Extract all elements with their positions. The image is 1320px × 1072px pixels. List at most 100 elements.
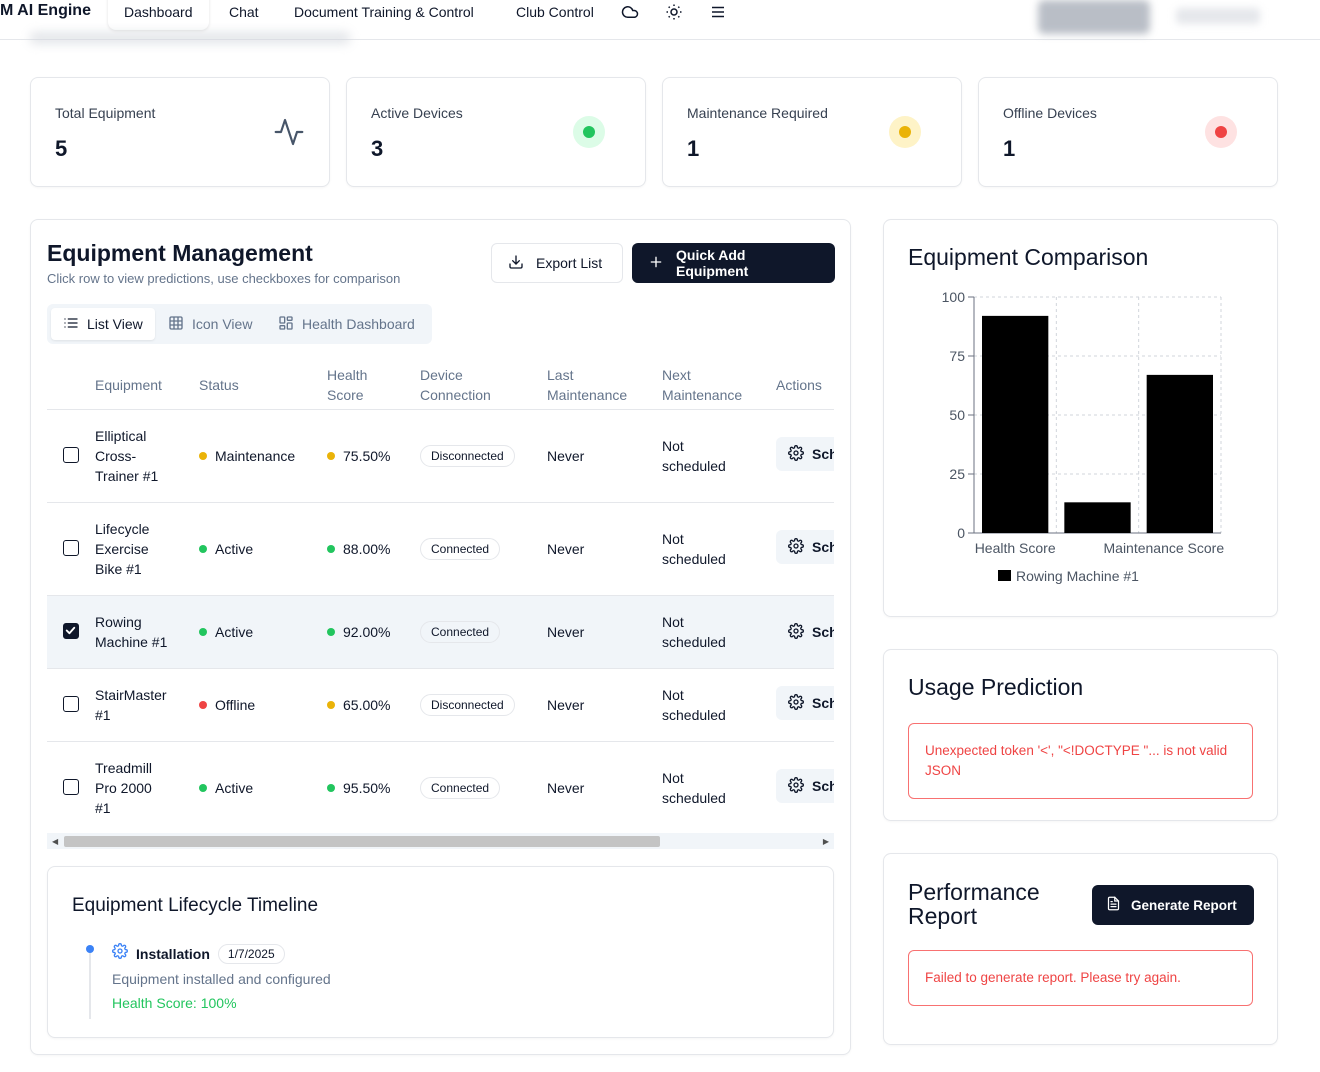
user-info bbox=[1176, 8, 1260, 24]
timeline-dot bbox=[86, 945, 94, 953]
table-row[interactable]: Elliptical Cross- Trainer #1 Maintenance… bbox=[47, 409, 834, 502]
panel-subtitle: Click row to view predictions, use check… bbox=[47, 271, 401, 286]
column-header-status[interactable]: Status bbox=[199, 375, 239, 395]
next-line: scheduled bbox=[662, 634, 726, 650]
lifecycle-timeline-panel: Equipment Lifecycle Timeline Installatio… bbox=[47, 866, 834, 1038]
name-line: StairMaster bbox=[95, 687, 167, 703]
last-maintenance: Never bbox=[547, 624, 585, 640]
nav-tab-club-control[interactable]: Club Control bbox=[500, 0, 610, 30]
last-maintenance: Never bbox=[547, 780, 585, 796]
column-header-next[interactable]: Next Maintenance bbox=[662, 365, 742, 405]
table-row[interactable]: Rowing Machine #1 Active 92.00% Connecte… bbox=[47, 595, 834, 668]
schedule-button[interactable]: Sch bbox=[776, 530, 834, 564]
x-tick-label: Maintenance Score bbox=[1104, 540, 1225, 556]
generate-report-button[interactable]: Generate Report bbox=[1092, 885, 1254, 925]
cloud-icon[interactable] bbox=[620, 2, 640, 22]
schedule-button[interactable]: Sch bbox=[776, 615, 834, 649]
status-text: Active bbox=[215, 624, 254, 640]
gear-icon bbox=[788, 537, 804, 557]
name-line: Rowing bbox=[95, 614, 142, 630]
stat-label: Total Equipment bbox=[55, 105, 156, 121]
next-maintenance: Not scheduled bbox=[662, 685, 726, 725]
nav-tab-chat[interactable]: Chat bbox=[213, 0, 275, 30]
next-maintenance: Not scheduled bbox=[662, 529, 726, 569]
next-maintenance: Not scheduled bbox=[662, 612, 726, 652]
menu-icon[interactable] bbox=[708, 2, 728, 22]
health-text: 65.00% bbox=[343, 697, 391, 713]
schedule-button[interactable]: Sch bbox=[776, 437, 834, 471]
column-header-equipment[interactable]: Equipment bbox=[95, 375, 162, 395]
next-line: scheduled bbox=[662, 551, 726, 567]
compare-checkbox[interactable] bbox=[63, 696, 79, 712]
tab-label: List View bbox=[87, 316, 143, 332]
next-line: Not bbox=[662, 770, 684, 786]
next-line: scheduled bbox=[662, 458, 726, 474]
quick-add-equipment-button[interactable]: Quick Add Equipment bbox=[632, 243, 835, 283]
equipment-name: Elliptical Cross- Trainer #1 bbox=[95, 426, 158, 486]
y-tick-label: 50 bbox=[949, 407, 965, 423]
table-row[interactable]: Lifecycle Exercise Bike #1 Active 88.00%… bbox=[47, 502, 834, 595]
schedule-button[interactable]: Sch bbox=[776, 769, 834, 803]
activity-icon bbox=[273, 116, 305, 148]
comparison-title: Equipment Comparison bbox=[908, 244, 1149, 270]
status-dot-icon bbox=[199, 784, 207, 793]
status-cell: Active bbox=[199, 778, 253, 798]
column-header-last[interactable]: Last Maintenance bbox=[547, 365, 627, 405]
table-row[interactable]: Treadmill Pro 2000 #1 Active 95.50% Conn… bbox=[47, 741, 834, 834]
brand-title: M AI Engine bbox=[0, 2, 91, 19]
quick-add-label: Quick Add Equipment bbox=[676, 247, 749, 279]
column-header-health[interactable]: Health Score bbox=[327, 365, 367, 405]
comparison-chart: 0 25 50 75 100 Health Score Maintenance Score R… bbox=[942, 289, 1225, 584]
grid-icon bbox=[168, 315, 184, 334]
stat-card-maintenance-required: Maintenance Required 1 bbox=[662, 77, 962, 187]
event-health: Health Score: 100% bbox=[112, 995, 237, 1011]
export-list-label: Export List bbox=[536, 255, 603, 271]
nav-tab-dashboard[interactable]: Dashboard bbox=[108, 0, 209, 30]
gear-icon bbox=[112, 943, 128, 964]
status-dot-icon bbox=[199, 452, 207, 461]
stat-card-active-devices: Active Devices 3 bbox=[346, 77, 646, 187]
generate-report-label: Generate Report bbox=[1131, 897, 1237, 913]
header-line: Last bbox=[547, 367, 574, 383]
user-menu[interactable] bbox=[1038, 0, 1150, 34]
bar bbox=[1146, 374, 1213, 533]
next-line: Not bbox=[662, 614, 684, 630]
next-line: scheduled bbox=[662, 707, 726, 723]
name-line: Treadmill bbox=[95, 760, 153, 776]
name-line: #1 bbox=[95, 707, 111, 723]
table-horizontal-scrollbar[interactable]: ◀ ▶ bbox=[47, 833, 834, 849]
export-list-button[interactable]: Export List bbox=[491, 243, 623, 283]
column-header-device[interactable]: Device Connection bbox=[420, 365, 491, 405]
usage-prediction-panel: Usage Prediction Unexpected token '<', "… bbox=[883, 649, 1278, 821]
compare-checkbox[interactable] bbox=[63, 779, 79, 795]
connection-badge: Connected bbox=[420, 621, 501, 643]
tab-health-dashboard[interactable]: Health Dashboard bbox=[266, 308, 427, 340]
scrollbar-thumb[interactable] bbox=[64, 836, 660, 847]
column-header-actions: Actions bbox=[776, 377, 822, 393]
schedule-button[interactable]: Sch bbox=[776, 686, 834, 720]
tab-list-view[interactable]: List View bbox=[51, 308, 155, 340]
health-cell: 95.50% bbox=[327, 778, 390, 798]
scroll-right-arrow-icon[interactable]: ▶ bbox=[823, 837, 829, 846]
compare-checkbox[interactable] bbox=[63, 447, 79, 463]
scroll-left-arrow-icon[interactable]: ◀ bbox=[52, 837, 58, 846]
compare-checkbox[interactable] bbox=[63, 540, 79, 556]
name-line: Pro 2000 bbox=[95, 780, 152, 796]
health-cell: 75.50% bbox=[327, 446, 390, 466]
status-cell: Maintenance bbox=[199, 446, 295, 466]
panel-title: Equipment Management bbox=[47, 240, 313, 266]
sun-icon[interactable] bbox=[664, 2, 684, 22]
legend-label: Rowing Machine #1 bbox=[1016, 568, 1139, 584]
tab-icon-view[interactable]: Icon View bbox=[156, 308, 264, 340]
table-row[interactable]: StairMaster #1 Offline 65.00% Disconnect… bbox=[47, 668, 834, 741]
header-line: Score bbox=[327, 387, 364, 403]
nav-tab-document-training[interactable]: Document Training & Control bbox=[278, 0, 490, 30]
y-tick-label: 100 bbox=[942, 289, 966, 305]
health-cell: 65.00% bbox=[327, 695, 390, 715]
header-line: Next bbox=[662, 367, 691, 383]
compare-checkbox[interactable] bbox=[63, 623, 79, 639]
header-line: Device bbox=[420, 367, 463, 383]
usage-error-message: Unexpected token '<', "<!DOCTYPE "... is… bbox=[908, 723, 1253, 799]
name-line: Exercise bbox=[95, 541, 149, 557]
equipment-management-panel: Equipment Management Click row to view p… bbox=[30, 219, 851, 1055]
